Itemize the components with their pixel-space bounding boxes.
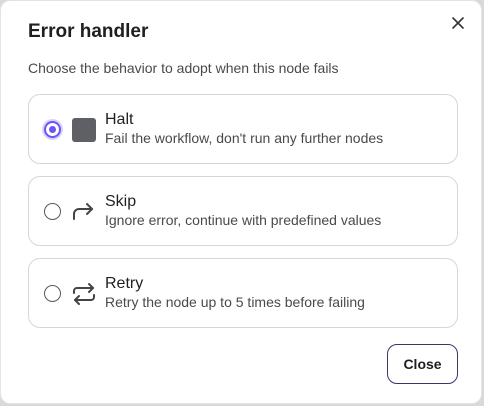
error-handler-dialog: Error handler Choose the behavior to ado… [0, 0, 482, 404]
option-retry[interactable]: Retry Retry the node up to 5 times befor… [28, 258, 458, 328]
dialog-subtitle: Choose the behavior to adopt when this n… [28, 60, 339, 76]
option-halt[interactable]: Halt Fail the workflow, don't run any fu… [28, 94, 458, 164]
close-icon[interactable] [449, 14, 467, 32]
option-skip-description: Ignore error, continue with predefined v… [105, 212, 382, 228]
dialog-title: Error handler [28, 21, 149, 42]
option-skip-label: Skip [105, 193, 137, 210]
radio-retry[interactable] [44, 285, 61, 302]
option-halt-label: Halt [105, 111, 134, 128]
option-skip[interactable]: Skip Ignore error, continue with predefi… [28, 176, 458, 246]
retry-icon [73, 283, 95, 305]
option-halt-description: Fail the workflow, don't run any further… [105, 130, 384, 146]
option-retry-description: Retry the node up to 5 times before fail… [105, 294, 365, 310]
close-button[interactable]: Close [387, 344, 458, 384]
radio-skip[interactable] [44, 203, 61, 220]
stop-square-icon [72, 118, 96, 142]
radio-halt[interactable] [44, 121, 61, 138]
skip-arrow-icon [73, 203, 93, 220]
option-retry-label: Retry [105, 275, 144, 292]
